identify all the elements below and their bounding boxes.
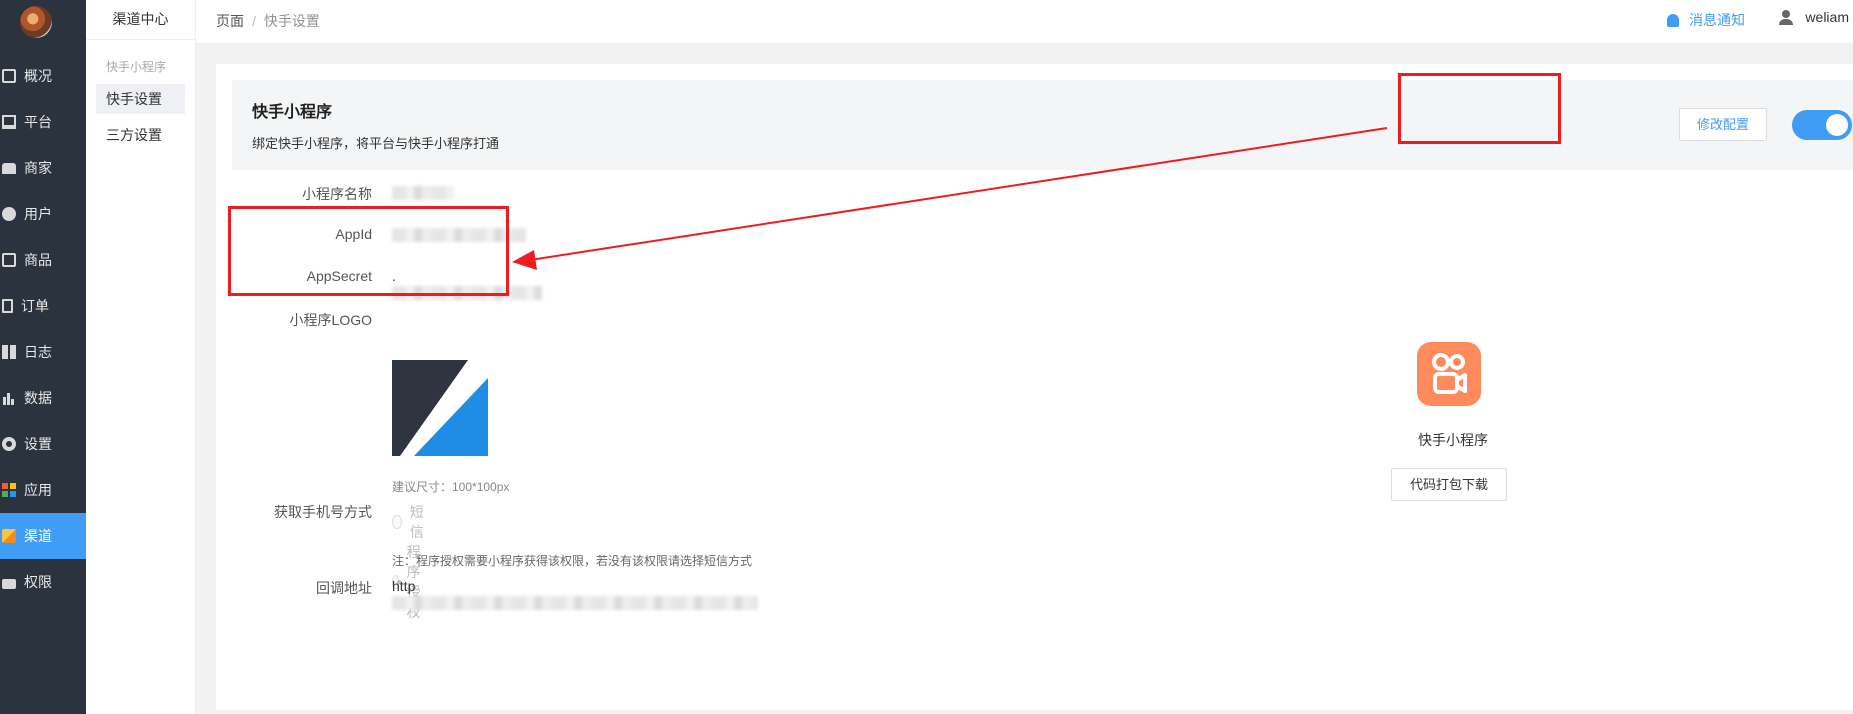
kuaishou-icon bbox=[1417, 342, 1481, 406]
apps-grid-icon bbox=[2, 483, 16, 497]
lock-icon bbox=[2, 579, 16, 589]
sidebar-item-apps[interactable]: 应用 bbox=[0, 467, 86, 513]
sidebar-item-label: 用户 bbox=[24, 206, 52, 222]
radio-circle bbox=[392, 515, 402, 529]
bell-icon bbox=[1667, 13, 1679, 27]
user-icon bbox=[1779, 9, 1794, 25]
logo-label: 小程序LOGO bbox=[289, 312, 372, 328]
phone-method-label: 获取手机号方式 bbox=[274, 504, 372, 520]
clipboard-icon bbox=[2, 299, 13, 313]
dashboard-icon bbox=[2, 69, 16, 83]
sidebar-item-merchant[interactable]: 商家 bbox=[0, 145, 86, 191]
sidebar-item-label: 应用 bbox=[24, 482, 52, 498]
kuaishou-name: 快手小程序 bbox=[1418, 432, 1488, 448]
sidebar-item-user[interactable]: 用户 bbox=[0, 191, 86, 237]
main-card: 快手小程序 绑定快手小程序，将平台与快手小程序打通 修改配置 小程序名称 App… bbox=[216, 64, 1853, 710]
sidebar-item-orders[interactable]: 订单 bbox=[0, 283, 86, 329]
main-nav: 概况 平台 商家 用户 商品 订单 日志 数据 设置 应用 渠道 权限 bbox=[0, 53, 86, 605]
download-package-button[interactable]: 代码打包下载 bbox=[1391, 468, 1507, 501]
sidebar-item-permission[interactable]: 权限 bbox=[0, 559, 86, 605]
store-icon bbox=[2, 162, 16, 174]
sidebar-item-label: 设置 bbox=[24, 436, 52, 452]
sidebar-item-label: 概况 bbox=[24, 68, 52, 84]
logo-size-hint: 建议尺寸：100*100px bbox=[392, 480, 510, 494]
subnav-item-kuaishou-settings[interactable]: 快手设置 bbox=[96, 84, 185, 114]
top-header: 页面 / 快手设置 消息通知 weliam bbox=[196, 0, 1853, 44]
main-sidebar: 概况 平台 商家 用户 商品 订单 日志 数据 设置 应用 渠道 权限 bbox=[0, 0, 86, 714]
sidebar-item-label: 平台 bbox=[24, 114, 52, 130]
name-value bbox=[392, 184, 454, 201]
panel-description: 绑定快手小程序，将平台与快手小程序打通 bbox=[252, 136, 500, 151]
cube-icon bbox=[2, 529, 16, 543]
sidebar-item-label: 商品 bbox=[24, 252, 52, 268]
sidebar-item-platform[interactable]: 平台 bbox=[0, 99, 86, 145]
gear-icon bbox=[2, 437, 16, 451]
sub-sidebar: 渠道中心 快手小程序 快手设置 三方设置 bbox=[86, 0, 196, 714]
subnav-group-label: 快手小程序 bbox=[106, 60, 167, 74]
sidebar-item-label: 权限 bbox=[24, 574, 52, 590]
radio-sms[interactable]: 短信 bbox=[392, 502, 428, 542]
sidebar-item-label: 商家 bbox=[24, 160, 52, 176]
sidebar-item-label: 渠道 bbox=[24, 528, 52, 544]
annotation-box-credentials bbox=[228, 206, 509, 296]
username: weliam bbox=[1805, 9, 1849, 25]
sidebar-item-label: 订单 bbox=[21, 298, 49, 314]
user-icon bbox=[2, 207, 16, 221]
callback-prefix: http bbox=[392, 578, 416, 594]
config-header-panel: 快手小程序 绑定快手小程序，将平台与快手小程序打通 修改配置 bbox=[232, 80, 1853, 170]
book-icon bbox=[2, 345, 16, 359]
enable-toggle[interactable] bbox=[1792, 110, 1852, 140]
toggle-knob bbox=[1826, 114, 1848, 136]
subnav-item-third-party-settings[interactable]: 三方设置 bbox=[96, 120, 185, 150]
sidebar-item-settings[interactable]: 设置 bbox=[0, 421, 86, 467]
bag-icon bbox=[2, 253, 16, 267]
sidebar-item-overview[interactable]: 概况 bbox=[0, 53, 86, 99]
sidebar-item-channel[interactable]: 渠道 bbox=[0, 513, 86, 559]
panel-title: 快手小程序 bbox=[252, 104, 333, 121]
annotation-box-toggle bbox=[1398, 73, 1561, 144]
callback-value: http bbox=[392, 578, 758, 611]
sidebar-item-label: 数据 bbox=[24, 390, 52, 406]
sidebar-item-label: 日志 bbox=[24, 344, 52, 360]
logo-graphic bbox=[392, 360, 488, 456]
sidebar-item-logs[interactable]: 日志 bbox=[0, 329, 86, 375]
miniprogram-logo-image[interactable] bbox=[392, 360, 488, 456]
breadcrumb-separator: / bbox=[252, 13, 256, 29]
phone-method-note: 注：程序授权需要小程序获得该权限，若没有该权限请选择短信方式 bbox=[392, 554, 753, 568]
callback-label: 回调地址 bbox=[316, 580, 372, 596]
edit-config-button[interactable]: 修改配置 bbox=[1679, 108, 1767, 141]
user-menu[interactable]: weliam bbox=[1779, 9, 1849, 25]
sidebar-item-goods[interactable]: 商品 bbox=[0, 237, 86, 283]
monitor-icon bbox=[2, 115, 16, 129]
bar-chart-icon bbox=[2, 391, 16, 405]
radio-sms-label: 短信 bbox=[409, 504, 424, 540]
notification-link[interactable]: 消息通知 bbox=[1667, 10, 1745, 30]
name-label: 小程序名称 bbox=[302, 186, 372, 202]
breadcrumb-item-page[interactable]: 页面 bbox=[216, 13, 244, 29]
subnav-title: 渠道中心 bbox=[86, 0, 195, 40]
sidebar-item-data[interactable]: 数据 bbox=[0, 375, 86, 421]
notification-label: 消息通知 bbox=[1689, 12, 1745, 28]
breadcrumb: 页面 / 快手设置 bbox=[216, 11, 320, 31]
breadcrumb-item-current: 快手设置 bbox=[263, 13, 320, 29]
app-logo[interactable] bbox=[20, 6, 52, 38]
kuaishou-camera-icon bbox=[1432, 353, 1467, 394]
